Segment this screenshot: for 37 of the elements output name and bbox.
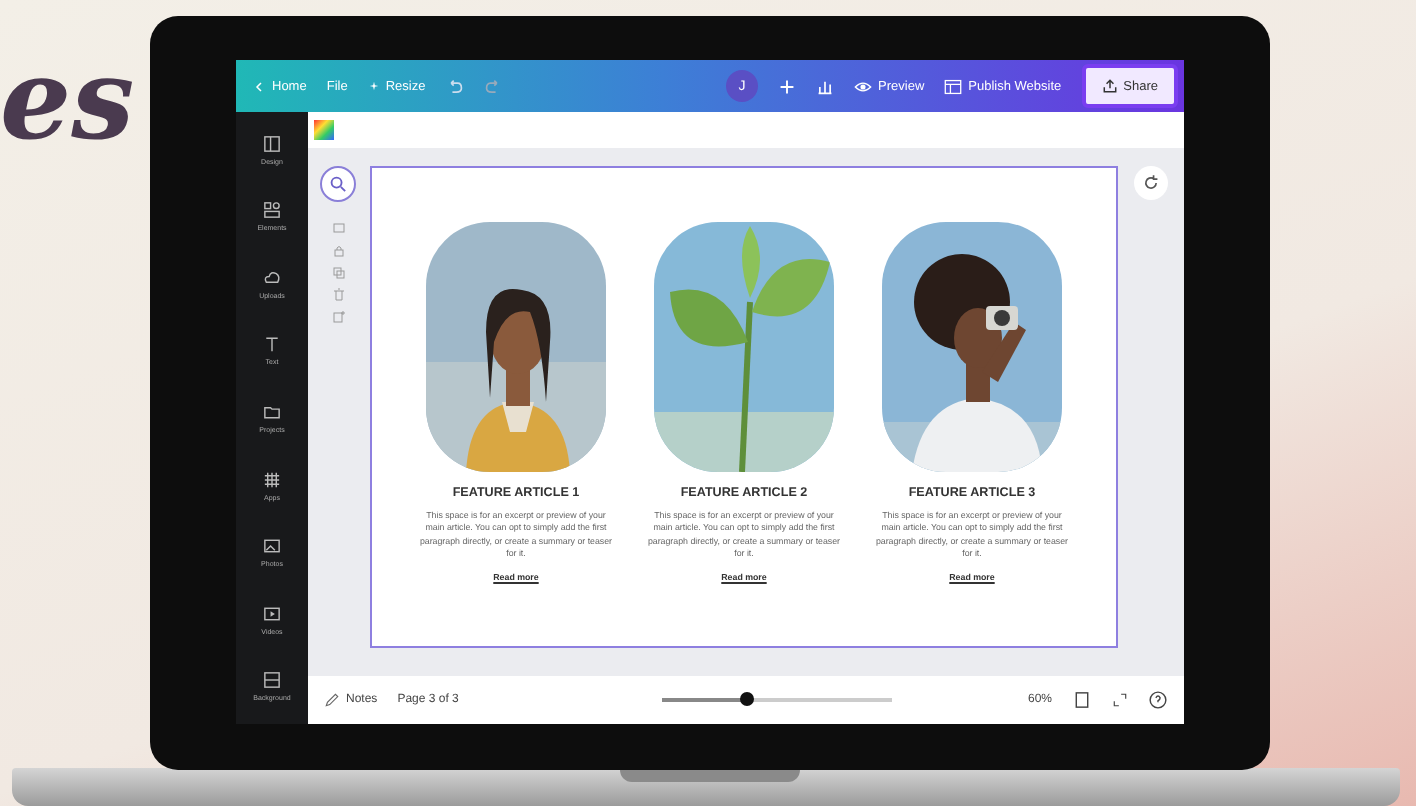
sparkle-icon	[367, 80, 380, 92]
sidebar-icon	[262, 536, 282, 557]
sidebar-icon	[262, 133, 282, 154]
pages-icon	[1072, 690, 1092, 710]
trash-icon	[331, 288, 345, 302]
insights-button[interactable]	[816, 77, 835, 95]
magic-button[interactable]	[320, 166, 356, 202]
refresh-button[interactable]	[1133, 166, 1167, 200]
help-button[interactable]	[1148, 690, 1168, 710]
slider-thumb[interactable]	[740, 692, 755, 707]
fullscreen-button[interactable]	[1112, 692, 1128, 708]
add-button[interactable]	[778, 77, 797, 95]
add-page-icon	[331, 310, 345, 324]
sidebar-icon	[262, 401, 282, 422]
redo-icon	[483, 77, 502, 95]
expand-icon	[1112, 692, 1128, 708]
sidebar-icon	[262, 334, 282, 355]
copy-icon	[331, 266, 345, 280]
help-icon	[1148, 690, 1168, 710]
backdrop-heading: es	[0, 44, 135, 156]
sidebar-icon	[262, 469, 282, 489]
eye-icon	[854, 77, 873, 95]
back-icon	[252, 79, 266, 93]
plus-icon	[778, 77, 797, 95]
sidebar-icon	[262, 670, 282, 691]
chart-icon	[816, 77, 835, 95]
pencil-icon	[324, 692, 340, 708]
upload-icon	[1101, 78, 1118, 94]
sidebar-icon	[261, 603, 282, 624]
website-icon	[944, 77, 963, 95]
lock-icon	[331, 244, 345, 258]
refresh-icon	[1141, 174, 1159, 192]
color-palette-icon[interactable]	[314, 120, 334, 140]
undo-icon	[445, 77, 464, 95]
pages-button[interactable]	[1072, 690, 1092, 710]
sidebar-icon	[262, 267, 282, 288]
sidebar-icon	[262, 200, 282, 221]
